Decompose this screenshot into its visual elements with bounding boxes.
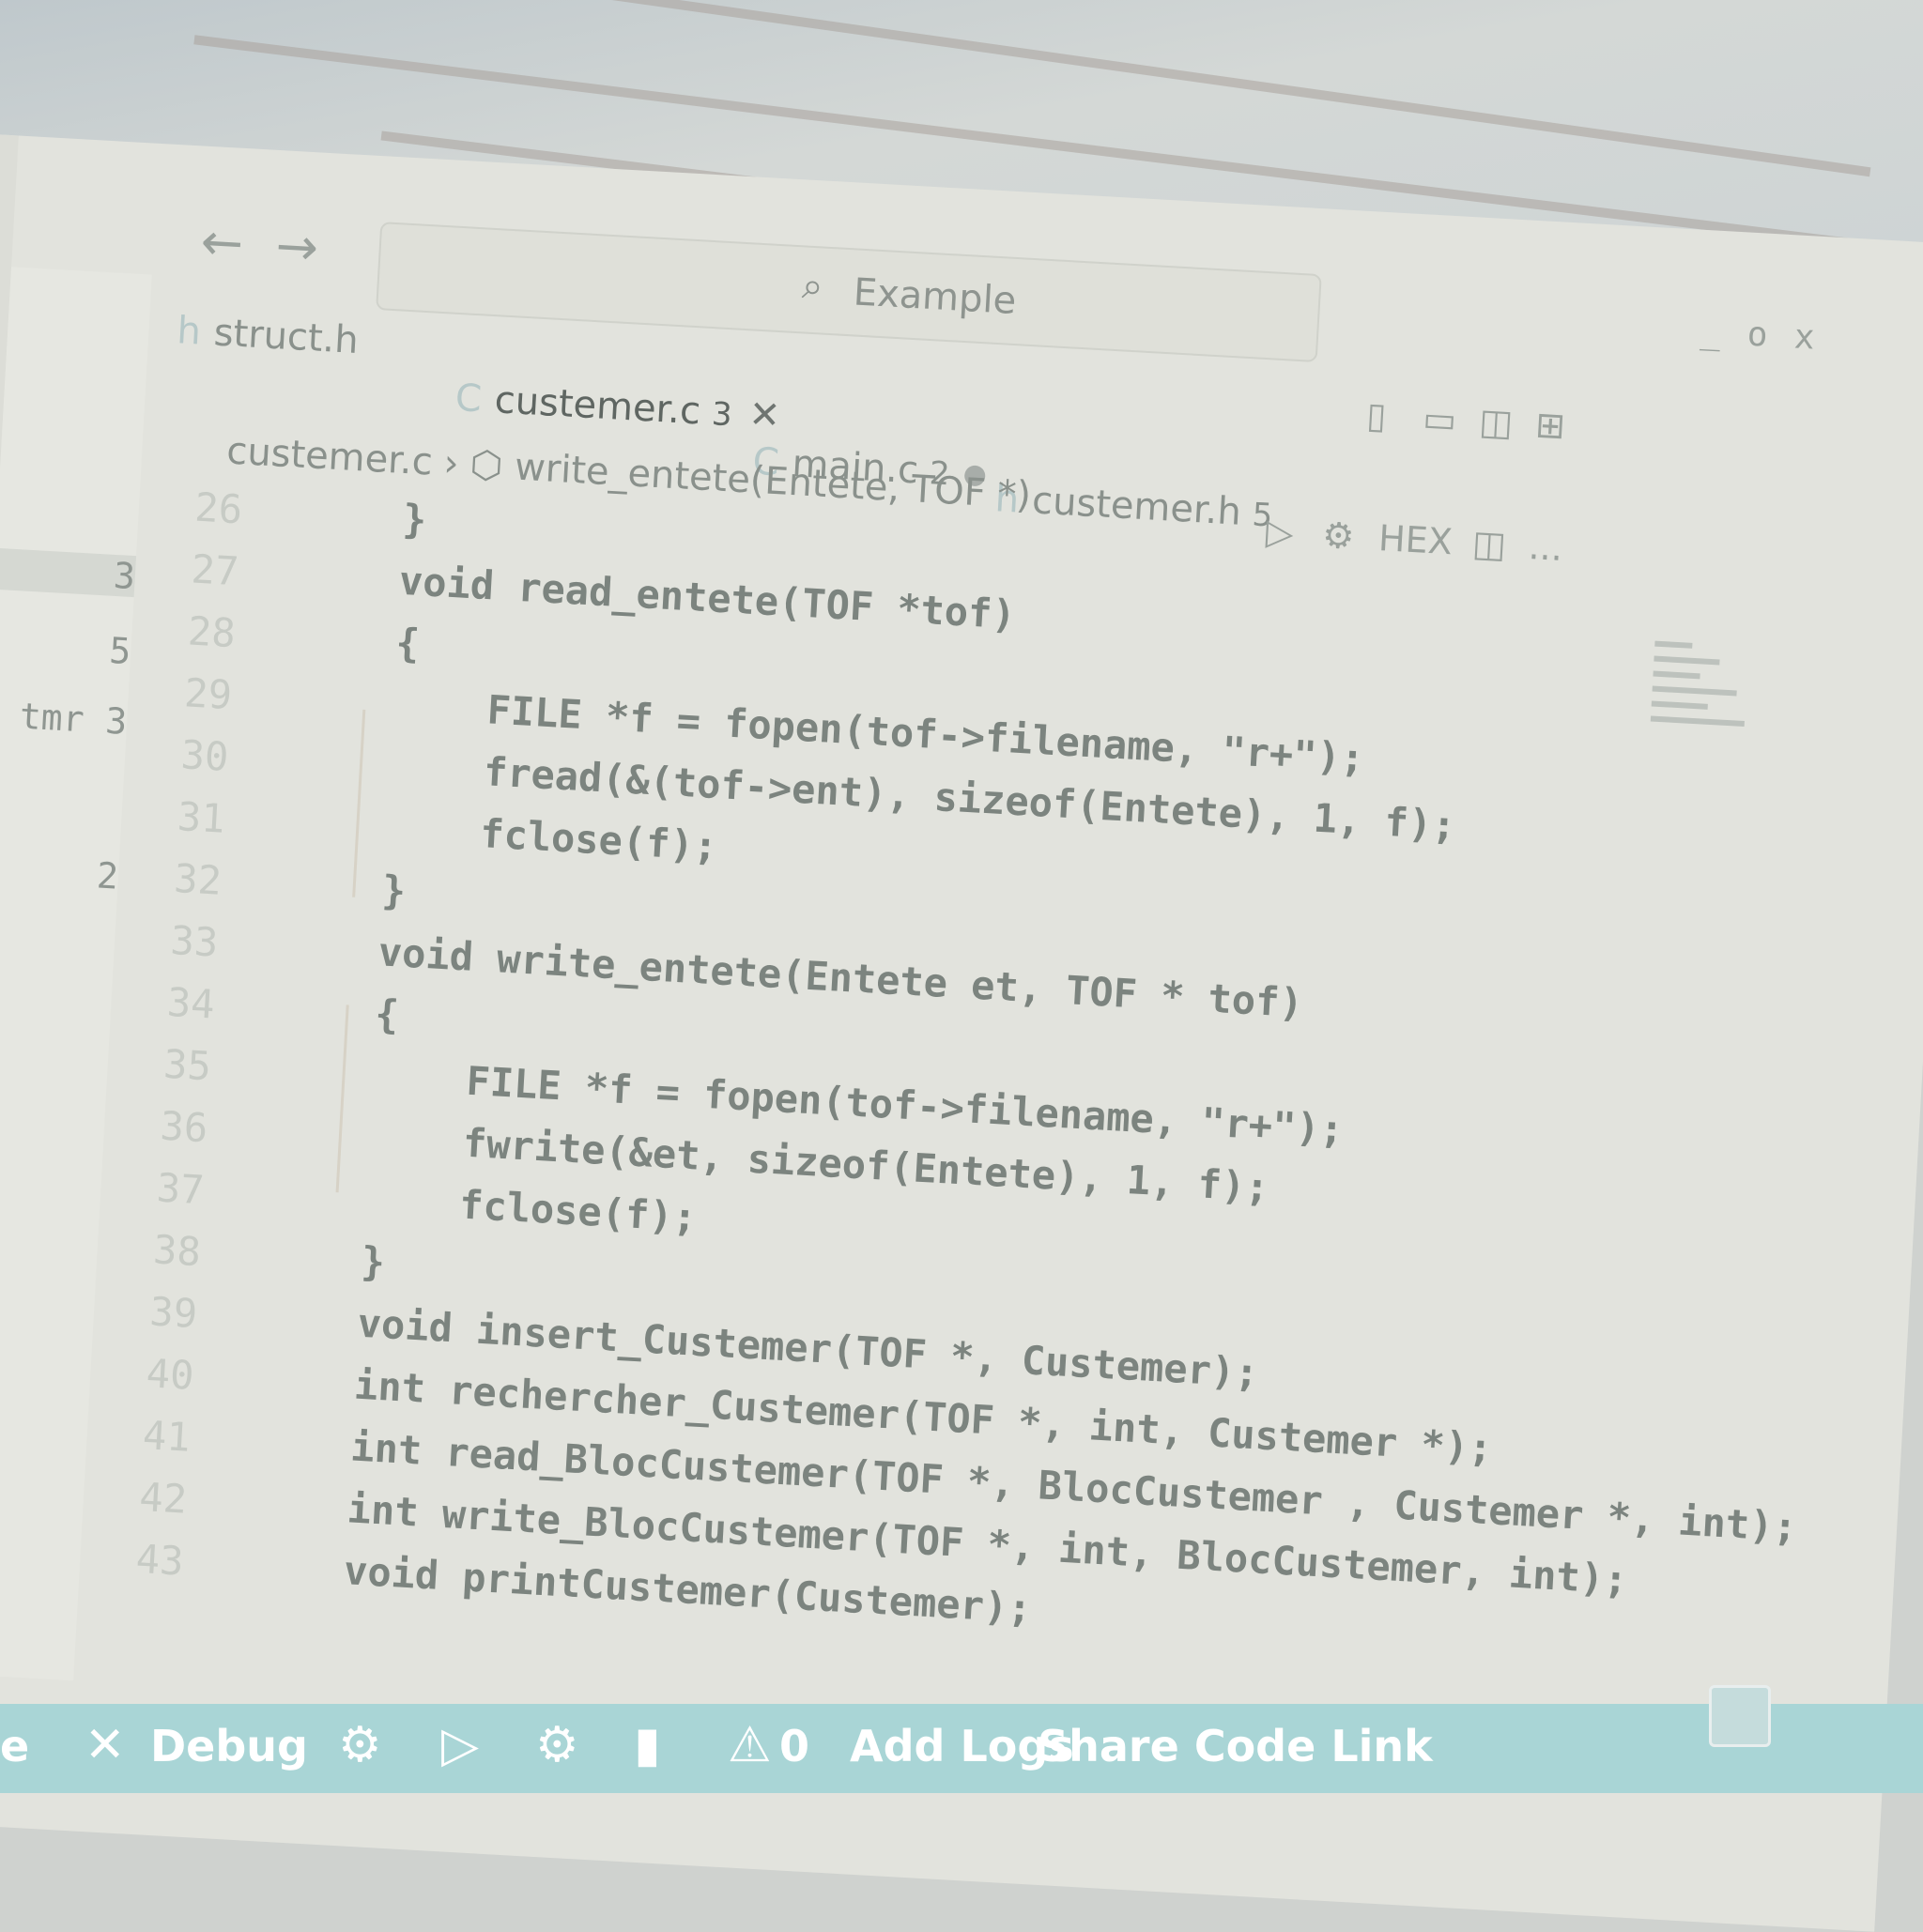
minimap-line [1651, 700, 1708, 710]
editor-window: ... ... 3 5 tmr 3 2 ← → ⌕ Example _ o x … [0, 131, 1923, 1932]
search-placeholder: Example [852, 270, 1018, 324]
line-number: 40 [145, 1350, 195, 1399]
header-file-icon: h [176, 309, 203, 354]
hex-view-button[interactable]: HEX [1377, 517, 1454, 562]
line-number: 36 [159, 1102, 209, 1152]
line-number: 27 [190, 545, 240, 595]
more-actions-icon[interactable]: ... [1528, 526, 1564, 569]
line-number: 37 [155, 1164, 206, 1214]
tab-struct-h[interactable]: h struct.h [173, 309, 360, 422]
tab-custemer-h[interactable]: h custemer.h 5 [991, 477, 1274, 595]
tab-label: struct.h [212, 311, 360, 362]
debug-bug-icon[interactable]: ⚙ [535, 1717, 579, 1773]
toggle-sidebar-icon[interactable]: ▯ [1365, 394, 1387, 437]
toggle-panel-icon[interactable]: ▭ [1422, 397, 1457, 440]
maximize-button[interactable]: o [1746, 315, 1769, 355]
line-number: 39 [148, 1288, 199, 1338]
close-tab-icon[interactable]: ✕ [747, 392, 781, 437]
sidebar-counter[interactable]: 3 [0, 547, 137, 598]
sidebar-counter[interactable]: 2 [0, 848, 119, 897]
toggle-secondary-sidebar-icon[interactable]: ◫ [1478, 401, 1514, 444]
line-number: 33 [169, 916, 220, 966]
debug-button[interactable]: Debug [150, 1721, 308, 1771]
code-text: { [300, 614, 422, 667]
warning-icon: ⚠ [728, 1717, 772, 1773]
minimap-line [1653, 670, 1700, 680]
breadcrumb-file[interactable]: custemer.c [225, 429, 434, 483]
code-text: void write_entete(Entete et, TOF * tof) [282, 923, 1305, 1027]
share-code-link-button[interactable]: Share Code Link [1038, 1721, 1433, 1771]
minimap[interactable] [1646, 632, 1759, 816]
remote-connection-icon[interactable] [1709, 1685, 1771, 1747]
forward-arrow-icon[interactable]: → [274, 216, 320, 277]
search-icon: ⌕ [800, 264, 824, 309]
run-icon[interactable]: ▷ [441, 1717, 479, 1773]
line-number: 41 [141, 1412, 192, 1461]
code-text: } [306, 490, 428, 544]
settings-gear-icon[interactable]: ⚙ [1321, 514, 1355, 558]
status-left-fragment[interactable]: e [0, 1721, 29, 1771]
line-number: 38 [151, 1226, 203, 1276]
sidebar-counter[interactable]: 5 [0, 623, 131, 672]
line-number: 30 [179, 731, 230, 780]
code-text: } [265, 1233, 387, 1286]
minimap-line [1654, 640, 1693, 649]
minimap-line [1654, 655, 1720, 666]
minimap-line [1652, 685, 1737, 697]
line-number: 42 [138, 1473, 189, 1523]
line-number: 31 [176, 793, 226, 842]
chevron-right-icon: › [442, 441, 460, 486]
settings-gear-icon[interactable]: ⚙ [338, 1717, 382, 1773]
status-bar: e ✕ Debug ⚙ ▷ ⚙ ▮ ⚠ 0 Add Logs Share Cod… [0, 1685, 1923, 1793]
sidebar-counter[interactable]: tmr 3 [0, 694, 129, 743]
warnings-count[interactable]: 0 [779, 1721, 809, 1771]
line-number: 28 [186, 607, 238, 657]
code-text: { [279, 985, 401, 1038]
tab-label: custemer.c [493, 378, 702, 434]
line-number: 43 [134, 1535, 185, 1585]
debug-tools-icon: ✕ [85, 1717, 126, 1773]
line-number: 29 [183, 669, 234, 719]
minimize-button[interactable]: _ [1700, 313, 1722, 352]
line-number: 34 [165, 978, 216, 1028]
line-number: 35 [162, 1040, 213, 1090]
split-editor-icon[interactable]: ◫ [1471, 523, 1507, 566]
line-number: 32 [173, 854, 223, 904]
code-text: } [285, 861, 408, 914]
close-window-button[interactable]: x [1793, 317, 1816, 357]
problem-count-badge: 3 [710, 395, 733, 435]
back-arrow-icon[interactable]: ← [199, 212, 245, 273]
symbol-cube-icon: ⬡ [469, 442, 516, 489]
trash-icon[interactable]: ▮ [634, 1717, 661, 1773]
c-file-icon: C [454, 376, 484, 422]
line-number: 26 [193, 483, 244, 533]
run-icon[interactable]: ▷ [1265, 511, 1295, 554]
minimap-line [1650, 715, 1745, 728]
tab-label: custemer.h [1030, 479, 1243, 534]
customize-layout-icon[interactable]: ⊞ [1534, 404, 1566, 447]
